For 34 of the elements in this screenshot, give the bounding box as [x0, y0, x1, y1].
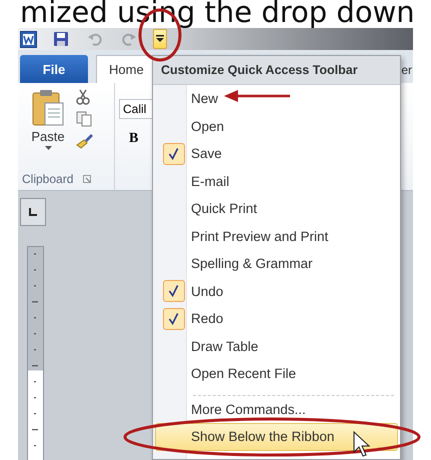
caret-icon	[156, 35, 164, 43]
menu-item[interactable]: Draw Table	[155, 332, 398, 360]
menu-item[interactable]: Undo	[155, 278, 398, 305]
pointer-arrow	[224, 90, 290, 102]
menu-item[interactable]: Redo	[155, 305, 398, 332]
menu-item[interactable]: More Commands...	[155, 396, 398, 423]
menu-item[interactable]: Print Preview and Print	[155, 222, 398, 250]
paste-button[interactable]: Paste	[26, 89, 70, 168]
menu-item[interactable]: E-mail	[155, 168, 398, 195]
bold-button[interactable]: B	[119, 131, 149, 147]
word-icon	[20, 30, 37, 48]
tab-stop-icon	[29, 208, 37, 216]
customize-button[interactable]	[153, 29, 167, 49]
clipboard-icon	[31, 89, 65, 127]
menu-item[interactable]: Open Recent File	[155, 360, 398, 388]
brush-icon[interactable]	[76, 133, 94, 149]
undo-icon	[87, 31, 103, 47]
menu-item[interactable]: Spelling & Grammar	[155, 250, 398, 278]
cursor-icon	[354, 430, 370, 457]
file-tab[interactable]: File	[20, 55, 88, 83]
copy-icon[interactable]	[76, 111, 92, 127]
scissors-icon[interactable]	[76, 89, 90, 105]
save-icon	[53, 31, 69, 47]
ribbon-tab[interactable]: er	[400, 55, 413, 83]
caret-icon	[44, 146, 52, 150]
save-button[interactable]	[51, 29, 71, 49]
menu-title: Customize Quick Access Toolbar	[153, 56, 400, 85]
tab-selector-button[interactable]	[20, 198, 46, 226]
redo-icon	[121, 31, 137, 47]
menu-item[interactable]: Show Below the Ribbon	[155, 423, 398, 450]
menu-item[interactable]: Save	[155, 140, 398, 168]
menu-item[interactable]: Quick Print	[155, 195, 398, 222]
group-label: Clipboard	[22, 172, 74, 186]
launcher-icon[interactable]	[83, 175, 92, 183]
